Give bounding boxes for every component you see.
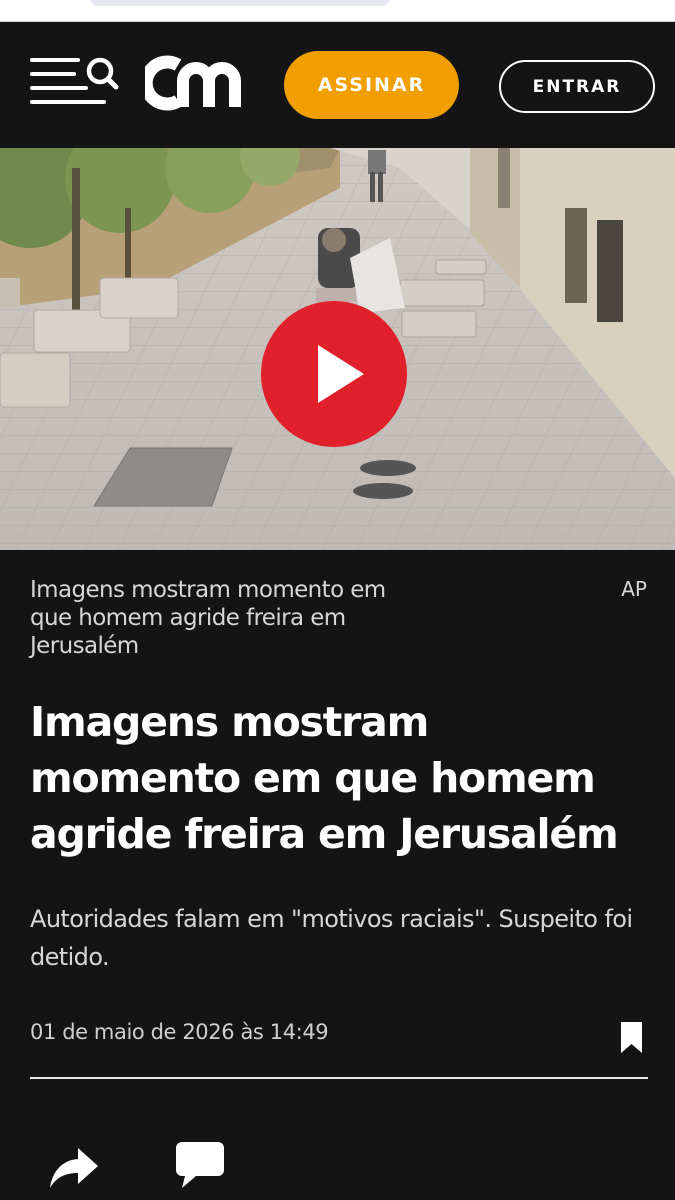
play-button[interactable] [261, 301, 407, 447]
menu-search-button[interactable] [28, 55, 120, 111]
article-lead: Autoridades falam em "motivos raciais". … [30, 905, 633, 971]
video-player[interactable] [0, 148, 675, 550]
search-icon [86, 57, 119, 90]
share-button[interactable] [48, 1146, 100, 1190]
menu-icon [30, 57, 119, 104]
cm-logo[interactable] [139, 55, 245, 111]
publish-date: 01 de maio de 2026 às 14:49 [30, 1020, 329, 1044]
bookmark-button[interactable] [619, 1020, 644, 1055]
article-headline: Imagens mostram momento em que homem agr… [30, 698, 619, 858]
browser-top-strip [0, 0, 675, 22]
subscribe-button[interactable]: ASSINAR [284, 51, 459, 119]
video-caption: Imagens mostram momento em que homem agr… [30, 577, 386, 659]
photo-credit: AP [621, 577, 647, 601]
login-button[interactable]: ENTRAR [499, 60, 655, 113]
comment-button[interactable] [174, 1140, 226, 1192]
play-icon [318, 345, 364, 403]
bookmark-icon [621, 1022, 642, 1053]
browser-url-bar[interactable] [90, 0, 390, 6]
divider [30, 1077, 648, 1079]
comment-icon [176, 1142, 224, 1188]
share-icon [50, 1148, 98, 1188]
site-header: ASSINAR ENTRAR [0, 22, 675, 148]
